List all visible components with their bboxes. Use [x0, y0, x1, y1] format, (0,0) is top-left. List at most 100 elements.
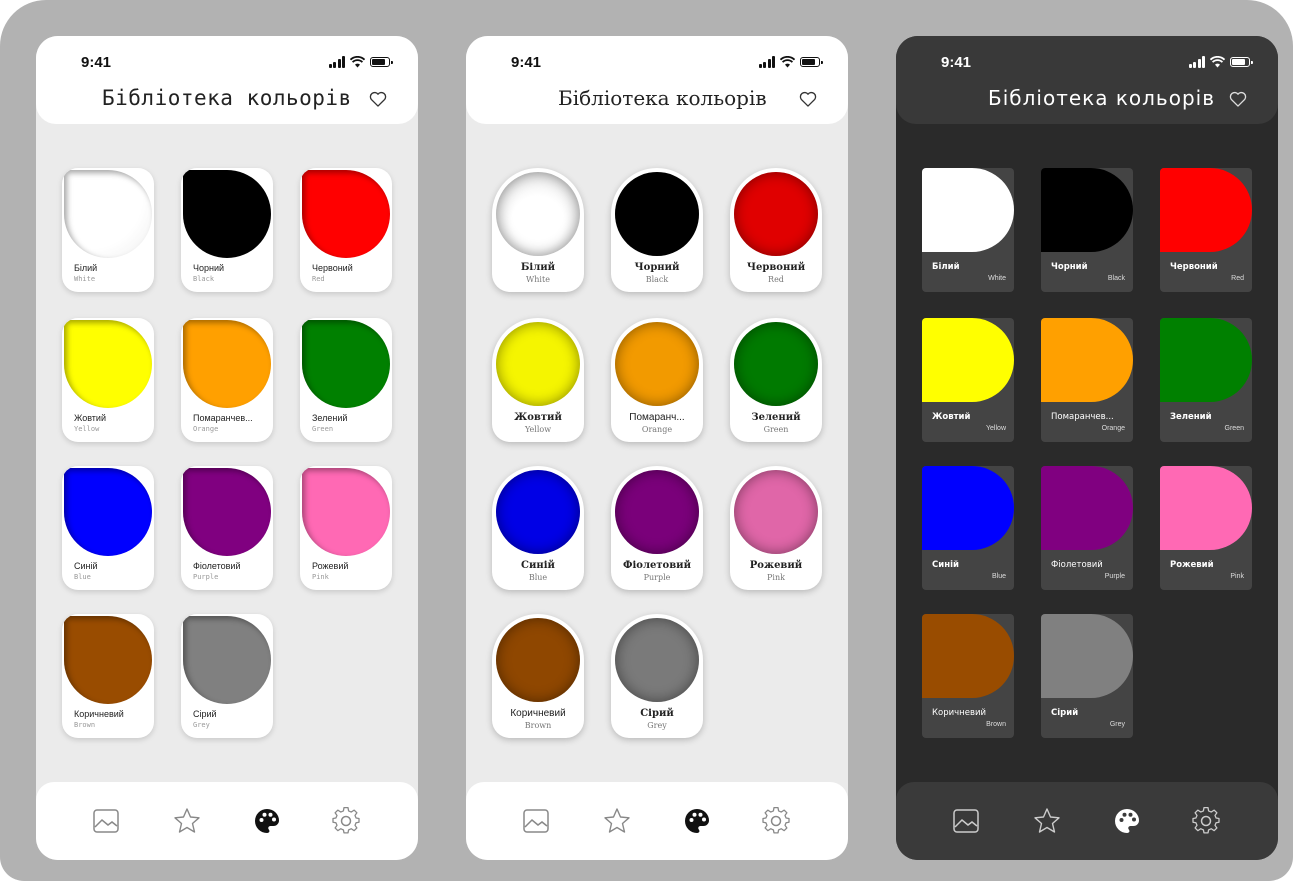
palette-icon[interactable]: [252, 806, 282, 836]
color-card[interactable]: Жовтий Yellow: [922, 318, 1014, 442]
color-card[interactable]: Синій Blue: [62, 466, 154, 590]
signal-icon: [328, 56, 345, 68]
color-name: Жовтий: [514, 412, 562, 423]
color-card[interactable]: Помаранчев... Orange: [1041, 318, 1133, 442]
color-name: Синій: [521, 560, 555, 571]
color-card[interactable]: Помаранч... Orange: [611, 318, 703, 442]
color-card[interactable]: Синій Blue: [492, 466, 584, 590]
header: 9:41 Бібліотека кольорів: [466, 36, 848, 124]
color-name-en: Pink: [767, 573, 785, 582]
star-icon[interactable]: [1032, 806, 1062, 836]
color-name: Фіолетовий: [622, 560, 692, 571]
settings-icon[interactable]: [761, 806, 791, 836]
status-time: 9:41: [511, 54, 542, 71]
color-card[interactable]: Коричневий Brown: [492, 614, 584, 738]
color-name-en: Green: [312, 425, 334, 433]
color-name: Коричневий: [74, 709, 124, 719]
color-swatch: [64, 320, 152, 408]
color-name-en: Yellow: [986, 425, 1006, 432]
color-card[interactable]: Зелений Green: [300, 318, 392, 442]
star-icon[interactable]: [602, 806, 632, 836]
image-icon[interactable]: [951, 806, 981, 836]
heart-icon[interactable]: [798, 89, 818, 109]
color-name: Коричневий: [932, 708, 987, 718]
color-name-en: Blue: [528, 573, 548, 582]
color-card[interactable]: Фіолетовий Purple: [611, 466, 703, 590]
color-name: Зелений: [312, 413, 348, 423]
color-name: Білий: [932, 262, 960, 272]
palette-icon[interactable]: [682, 806, 712, 836]
color-card[interactable]: Жовтий Yellow: [62, 318, 154, 442]
color-name-en: Brown: [74, 721, 96, 729]
color-card[interactable]: Білий White: [922, 168, 1014, 292]
heart-icon[interactable]: [368, 89, 388, 109]
color-name-en: Green: [763, 425, 789, 434]
color-name: Рожевий: [749, 560, 803, 571]
color-name-en: Yellow: [524, 425, 552, 434]
color-card[interactable]: Фіолетовий Purple: [181, 466, 273, 590]
page-title: Бібліотека кольорів: [988, 86, 1215, 110]
color-name-en: Orange: [193, 425, 219, 433]
color-swatch: [64, 468, 152, 556]
settings-icon[interactable]: [331, 806, 361, 836]
color-swatch: [64, 170, 152, 258]
color-card[interactable]: Сірий Grey: [181, 614, 273, 738]
color-swatch: [922, 318, 1014, 402]
color-name-en: Pink: [1230, 573, 1244, 580]
color-card[interactable]: Помаранчев... Orange: [181, 318, 273, 442]
color-name: Білий: [74, 263, 98, 273]
battery-icon: [370, 57, 393, 67]
color-name-en: Black: [645, 275, 669, 284]
color-name-en: Grey: [1109, 721, 1125, 728]
color-name-en: Blue: [74, 573, 91, 581]
color-card[interactable]: Червоний Red: [730, 168, 822, 292]
color-name: Синій: [74, 561, 98, 571]
color-swatch: [615, 470, 699, 554]
color-name-en: Red: [768, 275, 784, 284]
color-card[interactable]: Рожевий Pink: [1160, 466, 1252, 590]
wifi-icon: [1210, 56, 1225, 68]
color-name: Білий: [520, 262, 556, 273]
color-card[interactable]: Сірий Grey: [611, 614, 703, 738]
color-card[interactable]: Рожевий Pink: [300, 466, 392, 590]
color-name-en: Black: [193, 275, 215, 283]
color-name-en: Brown: [524, 721, 552, 730]
image-icon[interactable]: [91, 806, 121, 836]
color-card[interactable]: Коричневий Brown: [62, 614, 154, 738]
color-name-en: Purple: [1104, 573, 1125, 580]
color-card[interactable]: Червоний Red: [300, 168, 392, 292]
color-swatch: [496, 172, 580, 256]
heart-icon[interactable]: [1228, 89, 1248, 109]
color-card[interactable]: Чорний Black: [1041, 168, 1133, 292]
color-card[interactable]: Коричневий Brown: [922, 614, 1014, 738]
color-card[interactable]: Фіолетовий Purple: [1041, 466, 1133, 590]
phone-screen-light-serif: 9:41 Бібліотека кольорів Білий White Чорн…: [466, 36, 848, 860]
header: 9:41 Бібліотека кольорів: [36, 36, 418, 124]
status-icons: [758, 56, 823, 68]
color-card[interactable]: Червоний Red: [1160, 168, 1252, 292]
color-card[interactable]: Зелений Green: [730, 318, 822, 442]
settings-icon[interactable]: [1191, 806, 1221, 836]
color-name-en: White: [526, 275, 550, 284]
color-name: Червоний: [1170, 262, 1218, 272]
color-name-en: Orange: [641, 425, 673, 434]
color-swatch: [183, 320, 271, 408]
color-card[interactable]: Білий White: [62, 168, 154, 292]
color-card[interactable]: Зелений Green: [1160, 318, 1252, 442]
star-icon[interactable]: [172, 806, 202, 836]
color-card[interactable]: Чорний Black: [181, 168, 273, 292]
status-icons: [328, 56, 393, 68]
color-swatch: [302, 320, 390, 408]
color-card[interactable]: Рожевий Pink: [730, 466, 822, 590]
color-card[interactable]: Сірий Grey: [1041, 614, 1133, 738]
color-swatch: [922, 614, 1014, 698]
color-card[interactable]: Білий White: [492, 168, 584, 292]
battery-icon: [1230, 57, 1253, 67]
color-swatch: [1160, 318, 1252, 402]
color-swatch: [302, 468, 390, 556]
color-card[interactable]: Синій Blue: [922, 466, 1014, 590]
color-card[interactable]: Чорний Black: [611, 168, 703, 292]
palette-icon[interactable]: [1112, 806, 1142, 836]
image-icon[interactable]: [521, 806, 551, 836]
color-card[interactable]: Жовтий Yellow: [492, 318, 584, 442]
